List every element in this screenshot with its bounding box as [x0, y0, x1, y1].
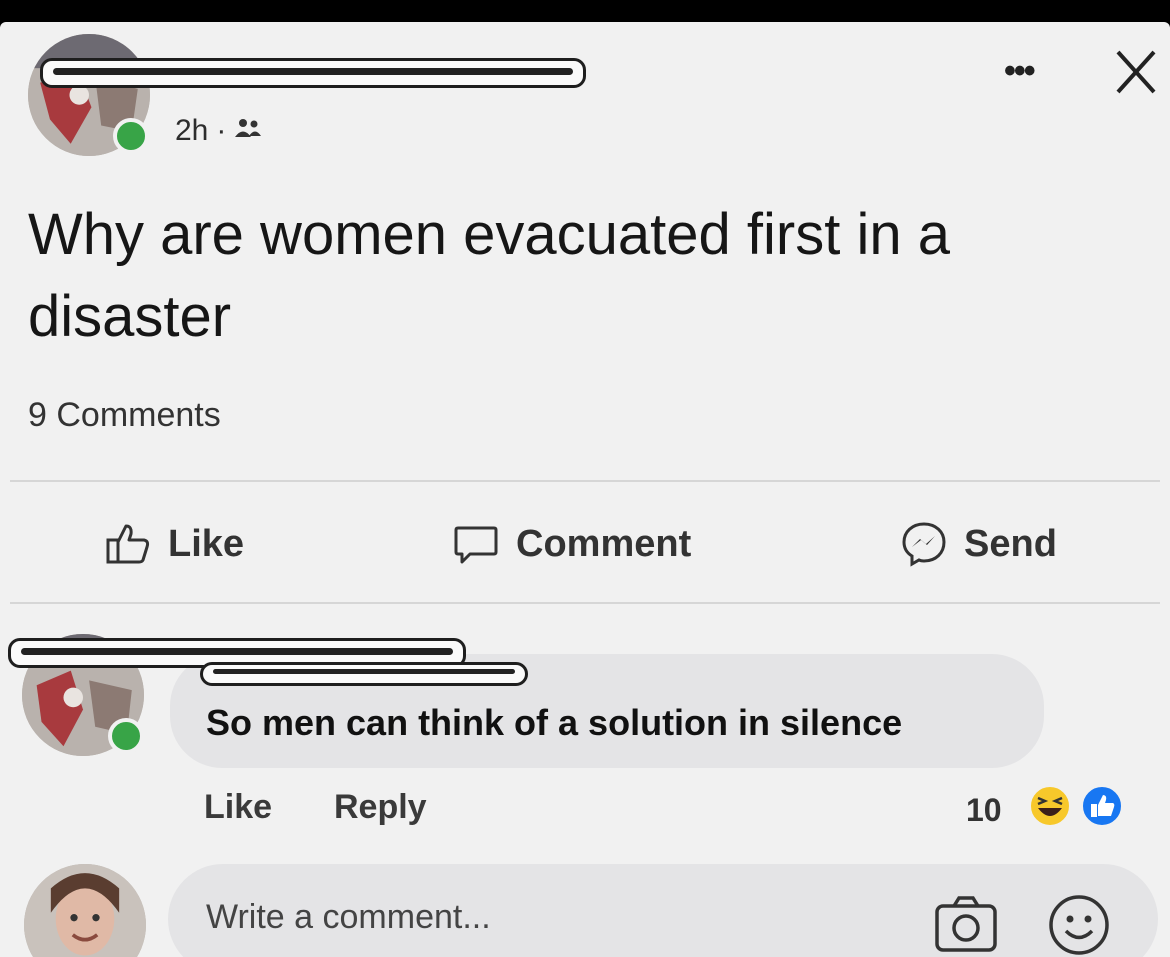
comment-text: So men can think of a solution in silenc… [206, 702, 903, 743]
post-card: 2h · ••• Why are women evacuated first in… [0, 22, 1170, 957]
online-status-dot [108, 718, 144, 754]
redacted-author-name [40, 58, 586, 88]
screenshot-frame: 2h · ••• Why are women evacuated first in… [0, 0, 1170, 957]
divider [10, 480, 1160, 482]
close-icon[interactable] [1110, 46, 1160, 96]
meta-separator: · [216, 114, 227, 147]
emoji-icon[interactable] [1046, 892, 1112, 957]
friends-icon [235, 119, 262, 138]
like-reaction-icon [1081, 785, 1123, 827]
comment-icon [454, 526, 498, 564]
send-label: Send [964, 522, 1057, 565]
more-options-button[interactable]: ••• [1004, 52, 1036, 91]
comment-button[interactable]: Comment [452, 516, 691, 572]
avatar-image [24, 864, 146, 957]
haha-reaction-icon [1029, 785, 1071, 827]
comment-reply-button[interactable]: Reply [334, 788, 427, 827]
comment-input-placeholder: Write a comment... [206, 898, 491, 936]
comment-label: Comment [516, 522, 692, 565]
like-button[interactable]: Like [104, 516, 244, 572]
current-user-avatar[interactable] [24, 864, 146, 957]
camera-icon[interactable] [934, 894, 998, 954]
post-text: Why are women evacuated first in a disas… [28, 202, 950, 349]
messenger-icon [902, 522, 946, 567]
divider [10, 602, 1160, 604]
online-status-dot [113, 118, 149, 154]
redacted-commenter-name [200, 662, 528, 686]
thumbs-up-icon [106, 524, 150, 564]
post-timestamp[interactable]: 2h [175, 114, 208, 147]
send-button[interactable]: Send [900, 516, 1057, 572]
like-label: Like [168, 522, 245, 565]
comment-count-link[interactable]: 9 Comments [28, 396, 221, 435]
reaction-count[interactable]: 10 [966, 792, 1002, 829]
comment-like-button[interactable]: Like [204, 788, 272, 827]
post-meta: 2h · [175, 114, 262, 148]
